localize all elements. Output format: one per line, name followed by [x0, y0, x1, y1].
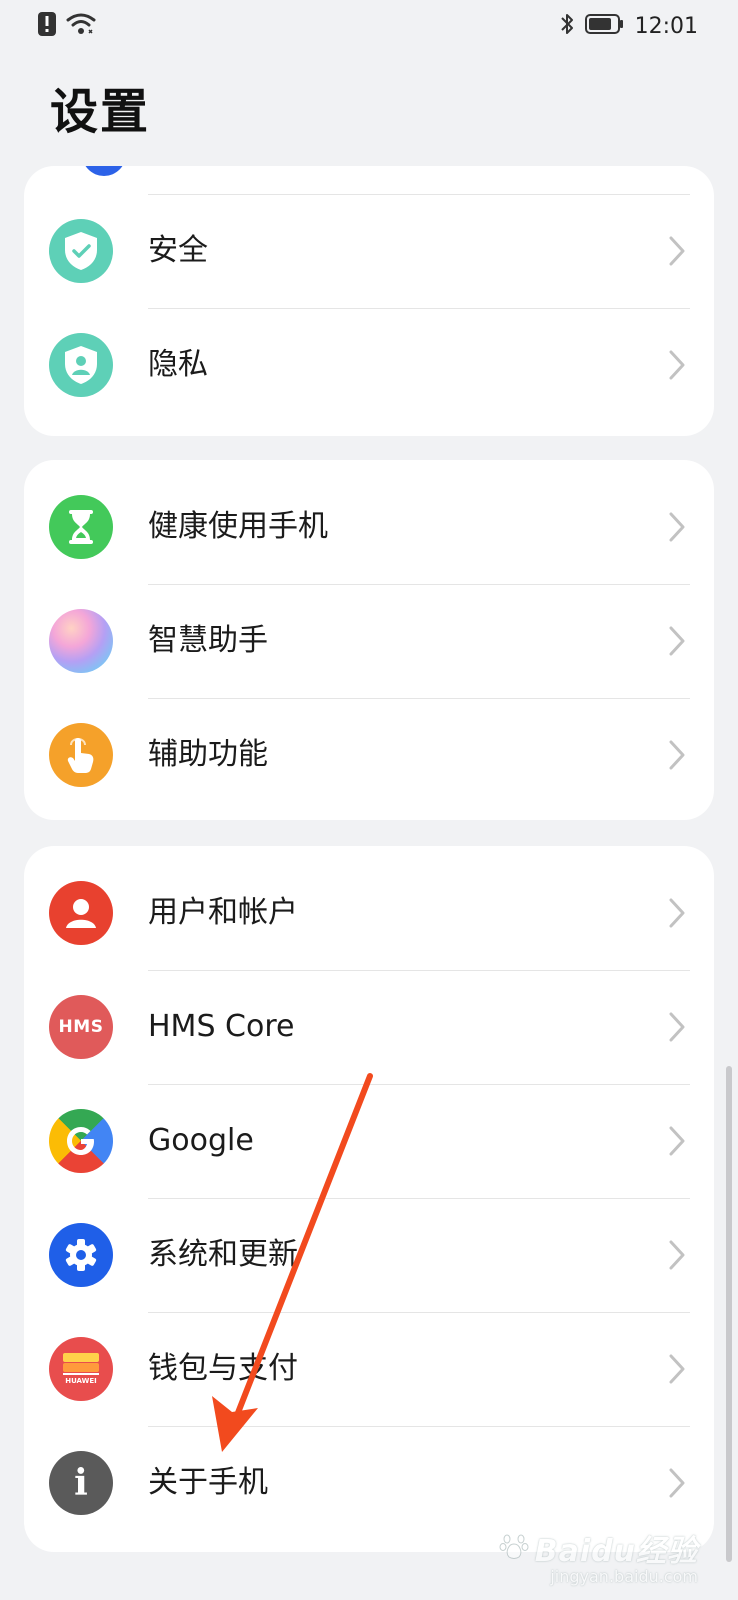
chevron-right-icon — [669, 898, 685, 928]
wallet-icon-text: HUAWEI — [65, 1377, 97, 1385]
settings-screen: 12:01 设置 安全 隐私 健康使用手机 智慧助手 辅助功能 用户和帐户 HM… — [0, 0, 738, 1600]
chevron-right-icon — [669, 1012, 685, 1042]
info-icon-text: i — [74, 1462, 88, 1504]
baidu-watermark: Baidu经验 jingyan.baidu.com — [499, 1526, 698, 1586]
wallet-icon: HUAWEI — [49, 1337, 113, 1401]
settings-item-wallet-payment[interactable]: HUAWEI 钱包与支付 — [24, 1312, 714, 1426]
user-icon — [49, 881, 113, 945]
settings-group-wellbeing: 健康使用手机 智慧助手 辅助功能 — [24, 460, 714, 820]
chevron-right-icon — [669, 740, 685, 770]
scrolled-item-icon-peek — [82, 166, 126, 176]
assistant-orb-icon — [49, 609, 113, 673]
settings-group-security: 安全 隐私 — [24, 166, 714, 436]
chevron-right-icon — [669, 1126, 685, 1156]
alert-icon — [38, 12, 56, 40]
settings-item-users-accounts[interactable]: 用户和帐户 — [24, 856, 714, 970]
page-title: 设置 — [50, 84, 151, 140]
hand-pointer-icon — [49, 723, 113, 787]
privacy-shield-icon — [49, 333, 113, 397]
status-time: 12:01 — [634, 13, 698, 39]
chevron-right-icon — [669, 626, 685, 656]
settings-item-google[interactable]: Google — [24, 1084, 714, 1198]
google-icon — [49, 1109, 113, 1173]
settings-item-label: HMS Core — [148, 1009, 295, 1044]
wifi-icon — [66, 12, 96, 40]
settings-item-label: 安全 — [148, 233, 208, 268]
watermark-text: Baidu经验 — [534, 1534, 698, 1569]
info-icon: i — [49, 1451, 113, 1515]
scrollbar[interactable] — [726, 1066, 732, 1562]
paw-logo-icon — [499, 1531, 529, 1565]
settings-item-label: 用户和帐户 — [148, 895, 298, 930]
watermark-subtext: jingyan.baidu.com — [550, 1567, 698, 1586]
battery-icon — [584, 13, 625, 39]
chevron-right-icon — [669, 1468, 685, 1498]
gear-icon — [49, 1223, 113, 1287]
hms-icon-text: HMS — [58, 1017, 104, 1037]
settings-item-security[interactable]: 安全 — [24, 194, 714, 308]
settings-item-about-phone[interactable]: i 关于手机 — [24, 1426, 714, 1540]
settings-item-label: 系统和更新 — [148, 1237, 298, 1272]
shield-check-icon — [49, 219, 113, 283]
hourglass-icon — [49, 495, 113, 559]
settings-item-label: 智慧助手 — [148, 623, 268, 658]
settings-item-label: 关于手机 — [148, 1465, 268, 1500]
settings-item-label: Google — [148, 1123, 254, 1158]
chevron-right-icon — [669, 350, 685, 380]
settings-item-label: 健康使用手机 — [148, 509, 328, 544]
settings-item-hms-core[interactable]: HMS HMS Core — [24, 970, 714, 1084]
chevron-right-icon — [669, 1240, 685, 1270]
settings-item-smart-assistant[interactable]: 智慧助手 — [24, 584, 714, 698]
chevron-right-icon — [669, 512, 685, 542]
chevron-right-icon — [669, 1354, 685, 1384]
settings-item-label: 钱包与支付 — [148, 1351, 298, 1386]
settings-item-accessibility[interactable]: 辅助功能 — [24, 698, 714, 812]
settings-group-system: 用户和帐户 HMS HMS Core Google 系统和更新 HUAWEI 钱… — [24, 846, 714, 1552]
settings-item-digital-balance[interactable]: 健康使用手机 — [24, 470, 714, 584]
settings-item-system-update[interactable]: 系统和更新 — [24, 1198, 714, 1312]
bluetooth-icon — [559, 12, 575, 40]
hms-icon: HMS — [49, 995, 113, 1059]
status-bar: 12:01 — [0, 0, 738, 52]
chevron-right-icon — [669, 236, 685, 266]
settings-item-privacy[interactable]: 隐私 — [24, 308, 714, 422]
settings-item-label: 辅助功能 — [148, 737, 268, 772]
settings-item-label: 隐私 — [148, 347, 208, 382]
